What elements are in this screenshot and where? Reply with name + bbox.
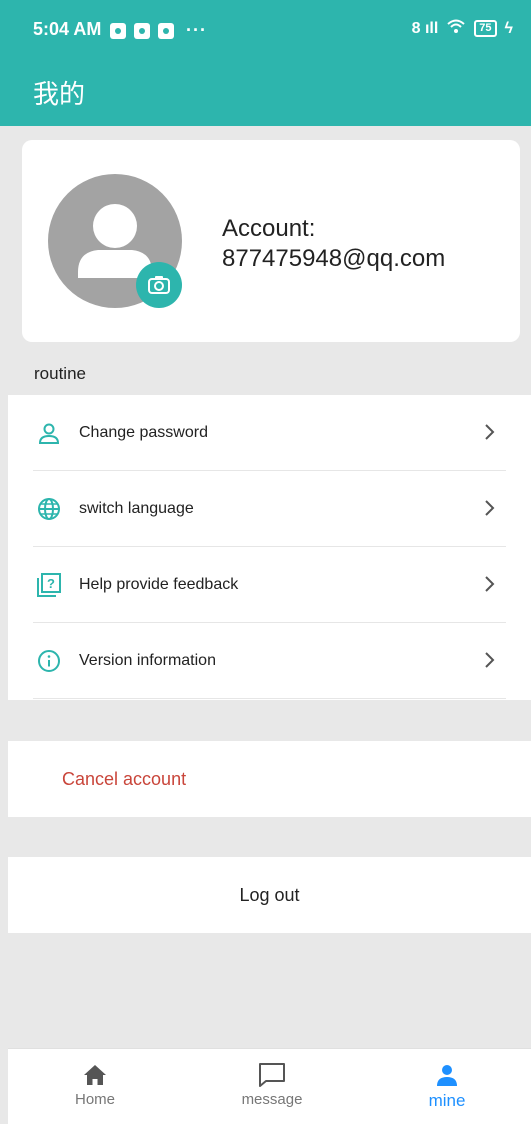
info-icon	[36, 648, 62, 674]
bottom-nav: Home message mine	[8, 1048, 531, 1124]
battery-icon: 75	[474, 20, 497, 37]
menu-item-switch-language[interactable]: switch language	[33, 471, 506, 547]
chevron-right-icon	[484, 651, 496, 674]
section-label-routine: routine	[34, 364, 86, 383]
menu-item-change-password[interactable]: Change password	[33, 395, 506, 471]
camera-icon	[148, 276, 170, 294]
cancel-account-label: Cancel account	[62, 769, 187, 789]
menu-item-label: Help provide feedback	[79, 575, 239, 593]
notification-icon	[158, 22, 174, 39]
notification-icons: ···	[110, 20, 207, 41]
globe-icon	[36, 496, 62, 522]
home-icon	[45, 1059, 145, 1091]
logout-label: Log out	[239, 885, 300, 905]
person-icon	[397, 1059, 497, 1091]
cancel-account-button[interactable]: Cancel account	[8, 741, 531, 817]
nav-label: mine	[428, 1091, 466, 1110]
signal-icon: 8 ıll	[411, 19, 439, 37]
charging-icon: ϟ	[504, 19, 513, 37]
menu-item-help-feedback[interactable]: ? Help provide feedback	[33, 547, 506, 623]
svg-text:?: ?	[47, 576, 55, 591]
app-bar: 我的	[0, 58, 531, 126]
nav-label: message	[241, 1091, 303, 1108]
menu-item-label: switch language	[79, 499, 194, 517]
chevron-right-icon	[484, 499, 496, 522]
logout-button[interactable]: Log out	[8, 857, 531, 933]
menu-list: Change password switch language ? Help p…	[8, 395, 531, 700]
nav-label: Home	[74, 1091, 115, 1108]
status-time: 5:04 AM	[33, 19, 102, 39]
nav-item-home[interactable]: Home	[45, 1059, 145, 1108]
chevron-right-icon	[484, 423, 496, 446]
account-value: 877475948@qq.com	[222, 245, 446, 272]
menu-item-label: Change password	[79, 423, 208, 441]
nav-item-message[interactable]: message	[222, 1059, 322, 1108]
user-icon	[36, 420, 62, 446]
message-icon	[222, 1059, 322, 1091]
status-right: 8 ıll 75 ϟ	[412, 18, 513, 39]
account-label: Account:	[222, 215, 316, 242]
chevron-right-icon	[484, 575, 496, 598]
menu-item-label: Version information	[79, 651, 216, 669]
help-icon: ?	[36, 572, 62, 598]
change-avatar-button[interactable]	[136, 262, 182, 308]
page-title: 我的	[33, 79, 86, 109]
account-info: Account: 877475948@qq.com	[222, 214, 445, 274]
status-bar: 5:04 AM ··· 8 ıll 75 ϟ	[0, 0, 531, 58]
notification-icon	[134, 22, 150, 39]
more-notifications: ···	[186, 20, 207, 40]
nav-item-mine[interactable]: mine	[397, 1059, 497, 1111]
wifi-icon	[446, 18, 466, 39]
notification-icon	[110, 22, 126, 39]
profile-card: Account: 877475948@qq.com	[22, 140, 520, 342]
menu-item-version-information[interactable]: Version information	[33, 623, 506, 699]
